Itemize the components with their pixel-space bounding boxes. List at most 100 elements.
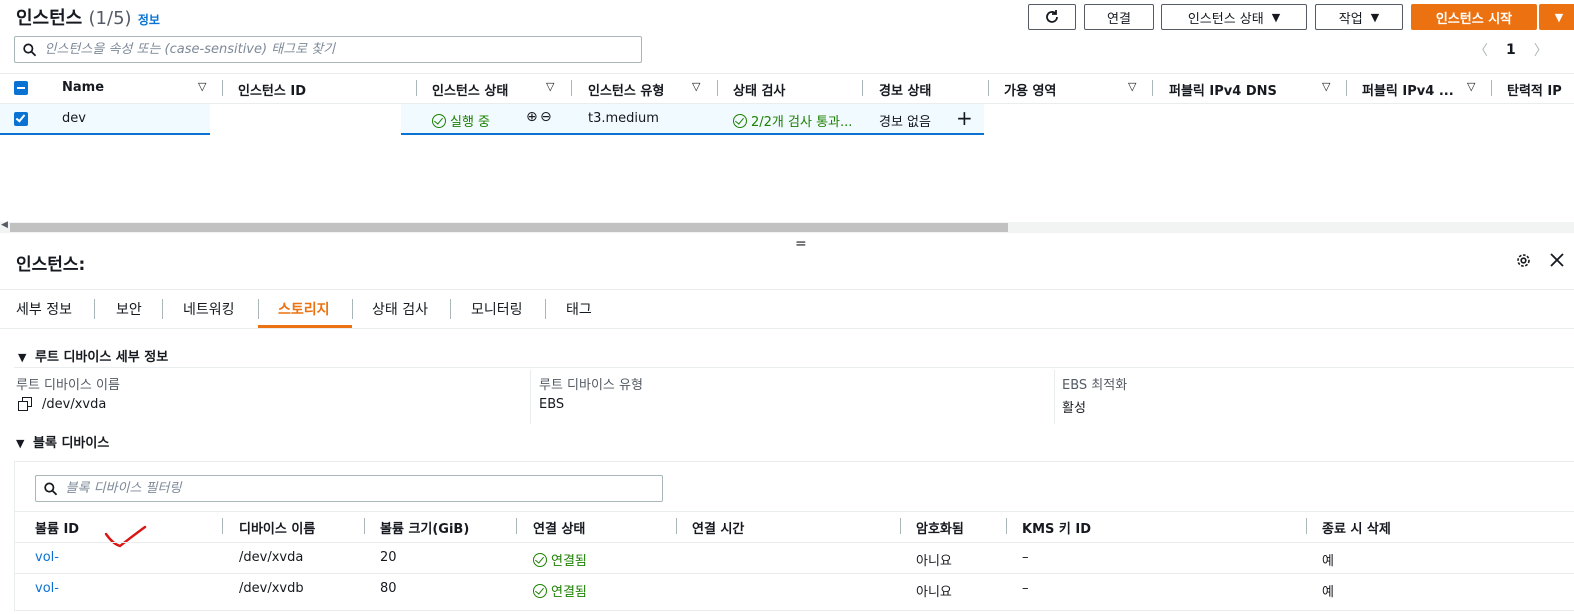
col-instance-id[interactable]: 인스턴스 ID <box>238 80 306 99</box>
block-device-section-toggle[interactable]: ▼ 블록 디바이스 <box>16 432 109 451</box>
launch-instance-button[interactable]: 인스턴스 시작 <box>1411 4 1537 30</box>
check-circle-icon <box>533 553 547 567</box>
filter-icon[interactable]: ▽ <box>1322 80 1330 93</box>
tab-networking[interactable]: 네트워킹 <box>183 299 235 319</box>
block-device-search-input[interactable] <box>65 481 662 496</box>
info-link[interactable]: 정보 <box>138 13 160 27</box>
instance-state-button[interactable]: 인스턴스 상태 ▼ <box>1161 4 1307 30</box>
device-name: /dev/xvdb <box>239 581 304 596</box>
launch-label: 인스턴스 시작 <box>1435 11 1513 27</box>
block-section-title: 블록 디바이스 <box>33 436 110 451</box>
attach-state: 연결됨 <box>533 581 587 600</box>
tab-status-checks[interactable]: 상태 검사 <box>372 299 428 319</box>
launch-dropdown-button[interactable]: ▼ <box>1539 4 1574 30</box>
instance-search-input[interactable] <box>44 42 641 57</box>
next-page-icon[interactable]: 〉 <box>1534 40 1548 60</box>
tab-security[interactable]: 보안 <box>116 299 142 319</box>
divider <box>416 80 417 96</box>
col-kms-key-id[interactable]: KMS 키 ID <box>1022 518 1091 537</box>
prev-page-icon[interactable]: 〈 <box>1474 40 1488 60</box>
col-availability-zone[interactable]: 가용 영역 <box>1004 80 1056 99</box>
actions-button[interactable]: 작업 ▼ <box>1315 4 1403 30</box>
tab-storage[interactable]: 스토리지 <box>278 299 330 319</box>
delete-on-termination: 예 <box>1322 554 1334 569</box>
close-icon[interactable] <box>1550 253 1564 267</box>
col-name[interactable]: Name <box>62 80 104 95</box>
filter-icon[interactable]: ▽ <box>198 80 206 93</box>
col-attach-time[interactable]: 연결 시간 <box>692 518 744 537</box>
instance-state: 실행 중 <box>432 111 490 130</box>
refresh-button[interactable] <box>1028 4 1076 30</box>
page-number[interactable]: 1 <box>1506 42 1516 58</box>
table-row[interactable]: vol- /dev/xvda 20 연결됨 아니요 – 예 <box>14 543 1574 573</box>
caret-down-icon: ▼ <box>1370 10 1380 24</box>
tab-tags[interactable]: 태그 <box>566 299 592 319</box>
col-attach-state[interactable]: 연결 상태 <box>533 518 585 537</box>
delete-on-termination: 예 <box>1322 585 1334 600</box>
copy-icon[interactable] <box>18 397 33 411</box>
divider <box>1491 80 1492 96</box>
filter-icon[interactable]: ▽ <box>546 80 554 93</box>
col-delete-on-termination[interactable]: 종료 시 삭제 <box>1322 518 1391 537</box>
zoom-out-icon[interactable]: ⊖ <box>540 109 552 125</box>
block-device-search-box[interactable] <box>35 475 663 502</box>
device-name: /dev/xvda <box>239 550 304 565</box>
volume-id-link[interactable]: vol- <box>35 581 59 596</box>
add-alarm-icon[interactable]: + <box>956 106 973 130</box>
page-title: 인스턴스 <box>16 8 83 29</box>
caret-down-icon: ▼ <box>18 351 27 364</box>
col-instance-type[interactable]: 인스턴스 유형 <box>588 80 664 99</box>
split-panel-handle[interactable]: = <box>795 236 807 252</box>
divider <box>162 299 163 319</box>
volume-id-link[interactable]: vol- <box>35 550 59 565</box>
col-public-ipv4[interactable]: 퍼블릭 IPv4 ... <box>1362 80 1454 99</box>
root-section-title: 루트 디바이스 세부 정보 <box>35 350 169 365</box>
encrypted: 아니요 <box>916 585 952 600</box>
divider <box>0 289 1574 290</box>
root-device-section-toggle[interactable]: ▼ 루트 디바이스 세부 정보 <box>18 346 168 365</box>
filter-icon[interactable]: ▽ <box>1467 80 1475 93</box>
check-circle-icon <box>533 584 547 598</box>
horizontal-scrollbar[interactable]: ◀ <box>0 220 1574 233</box>
instances-header: 인스턴스 (1/5) 정보 <box>16 4 160 30</box>
zoom-in-icon[interactable]: ⊕ <box>526 109 538 125</box>
instance-state-label: 인스턴스 상태 <box>1187 11 1264 27</box>
divider <box>222 80 223 96</box>
col-elastic-ip[interactable]: 탄력적 IP <box>1507 80 1562 99</box>
scroll-left-icon[interactable]: ◀ <box>1 220 8 230</box>
row-highlight <box>0 104 210 135</box>
divider <box>1306 518 1307 534</box>
scrollbar-thumb[interactable] <box>10 223 1008 232</box>
table-row[interactable]: dev 실행 중 ⊕ ⊖ t3.medium 2/2개 검사 통과... 경보 … <box>0 104 984 135</box>
attach-state-text: 연결됨 <box>551 554 587 569</box>
tab-details[interactable]: 세부 정보 <box>16 299 72 319</box>
kms-key-id: – <box>1022 581 1029 596</box>
col-volume-size[interactable]: 볼륨 크기(GiB) <box>380 518 469 537</box>
col-instance-state[interactable]: 인스턴스 상태 <box>432 80 508 99</box>
col-device-name[interactable]: 디바이스 이름 <box>239 518 315 537</box>
settings-icon[interactable] <box>1515 252 1532 269</box>
filter-icon[interactable]: ▽ <box>692 80 700 93</box>
table-row[interactable]: vol- /dev/xvdb 80 연결됨 아니요 – 예 <box>14 574 1574 604</box>
divider <box>450 299 451 319</box>
instance-search-box[interactable] <box>14 36 642 63</box>
col-encrypted[interactable]: 암호화됨 <box>916 518 964 537</box>
connect-button[interactable]: 연결 <box>1084 4 1154 30</box>
tab-monitoring[interactable]: 모니터링 <box>471 299 523 319</box>
divider <box>1346 80 1347 96</box>
col-public-dns[interactable]: 퍼블릭 IPv4 DNS <box>1169 80 1277 99</box>
row-checkbox[interactable] <box>14 112 28 126</box>
instance-type: t3.medium <box>588 111 659 126</box>
col-alarm-status[interactable]: 경보 상태 <box>879 80 931 99</box>
search-icon <box>44 482 58 495</box>
select-all-checkbox[interactable] <box>14 81 28 95</box>
filter-icon[interactable]: ▽ <box>1128 80 1136 93</box>
connect-label: 연결 <box>1107 11 1131 27</box>
kms-key-id: – <box>1022 550 1029 565</box>
divider <box>516 518 517 534</box>
divider <box>222 518 223 534</box>
divider <box>258 299 259 319</box>
divider <box>1006 518 1007 534</box>
col-volume-id[interactable]: 볼륨 ID <box>35 518 79 537</box>
col-status-check[interactable]: 상태 검사 <box>733 80 785 99</box>
